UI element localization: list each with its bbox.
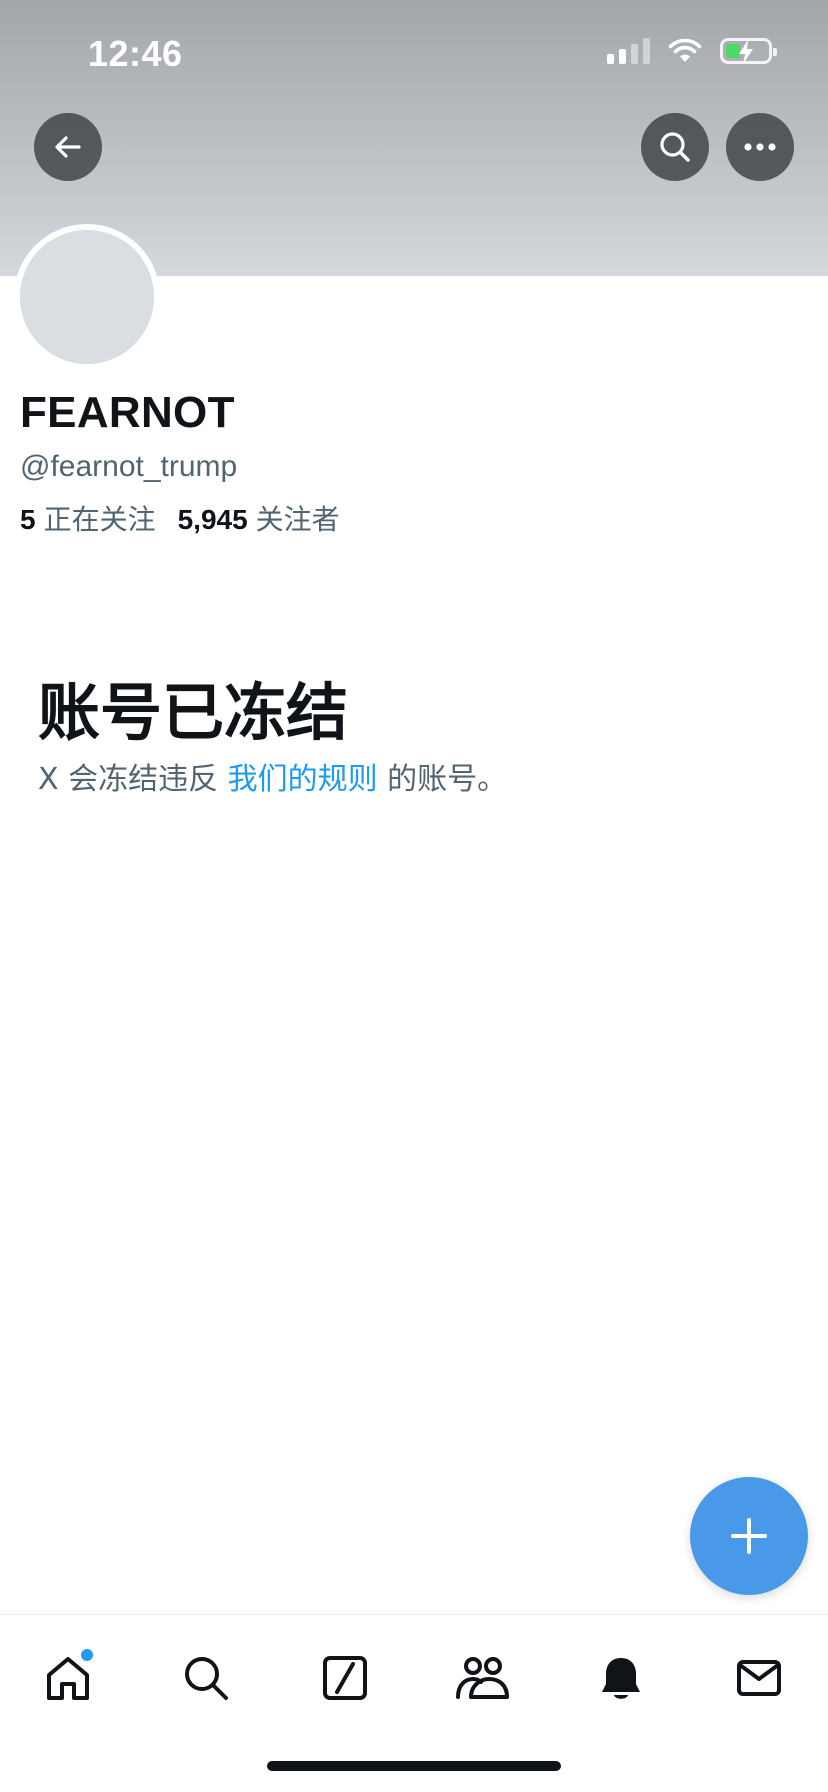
suspended-text-before: X 会冻结违反 (38, 762, 228, 797)
avatar[interactable] (14, 224, 160, 370)
following-stat[interactable]: 5 正在关注 (20, 498, 156, 538)
more-button[interactable] (726, 113, 794, 181)
avatar-placeholder (20, 230, 154, 364)
communities-icon (456, 1657, 509, 1699)
compose-button[interactable] (690, 1477, 808, 1595)
nav-home[interactable] (33, 1643, 103, 1713)
rules-link[interactable]: 我们的规则 (228, 762, 378, 797)
messages-icon (737, 1660, 781, 1696)
status-time: 12:46 (88, 33, 183, 74)
back-button[interactable] (34, 113, 102, 181)
suspended-description: X 会冻结违反 我们的规则 的账号。 (38, 754, 507, 798)
nav-grok[interactable] (310, 1643, 380, 1713)
suspended-title: 账号已冻结 (38, 676, 349, 749)
battery-charging-icon (720, 38, 777, 64)
more-horizontal-icon (744, 143, 776, 151)
notifications-icon (602, 1658, 640, 1699)
search-icon (660, 132, 690, 162)
search-icon (185, 1657, 228, 1700)
cellular-signal-icon (607, 38, 650, 64)
arrow-left-icon (55, 136, 81, 158)
profile-stats: 5 正在关注 5,945 关注者 (20, 498, 340, 538)
status-icons (607, 38, 777, 64)
user-handle: @fearnot_trump (20, 450, 238, 483)
search-button[interactable] (641, 113, 709, 181)
nav-communities[interactable] (448, 1643, 518, 1713)
nav-notifications[interactable] (586, 1643, 656, 1713)
followers-label: 关注者 (255, 504, 340, 535)
home-notification-dot (81, 1649, 93, 1661)
profile-page: 12:46 FEARNOT @fearnot_trump 5 正在关注 5,94… (0, 0, 828, 1792)
display-name: FEARNOT (20, 388, 235, 437)
nav-messages[interactable] (724, 1643, 794, 1713)
grok-icon (323, 1656, 367, 1700)
followers-count: 5,945 (177, 504, 248, 535)
nav-search[interactable] (171, 1643, 241, 1713)
following-label: 正在关注 (43, 504, 156, 535)
followers-stat[interactable]: 5,945 关注者 (178, 498, 340, 538)
following-count: 5 (20, 504, 36, 535)
suspended-text-after: 的账号。 (377, 762, 508, 797)
wifi-icon (668, 38, 702, 62)
plus-icon (731, 1518, 767, 1554)
home-indicator (267, 1761, 561, 1771)
